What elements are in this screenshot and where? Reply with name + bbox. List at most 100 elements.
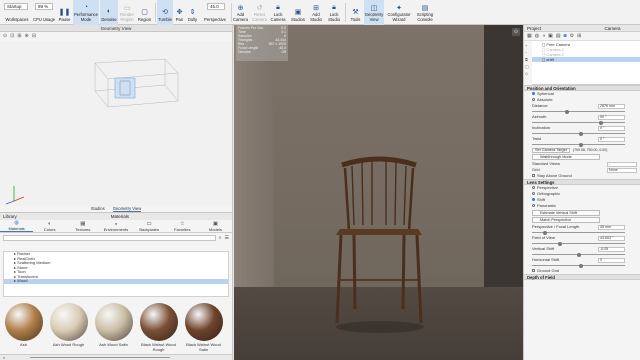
more-icon[interactable]: ⊞ — [577, 33, 581, 39]
pause-button[interactable]: ❚❚ Pause — [57, 0, 72, 25]
tools-button[interactable]: ⚒ Tools — [348, 0, 363, 25]
geometry-view-button[interactable]: ◫ Geometry View — [364, 0, 384, 25]
walkthrough-mode-button[interactable]: Walkthrough Mode — [532, 154, 600, 160]
camera-list-item[interactable]: ◻ shift — [532, 57, 640, 62]
spherical-radio[interactable] — [532, 92, 535, 96]
material-swatch[interactable]: Black Walnut Wood Satin — [183, 303, 224, 357]
materials-icon[interactable]: ◍ — [535, 33, 539, 39]
focal-length-input[interactable]: 45 mm — [598, 224, 625, 230]
focal-length-label: Perspective / Focal Length — [532, 224, 580, 229]
add-camera-button[interactable]: ⊕ Add Camera — [233, 0, 248, 25]
perspective-radio[interactable] — [532, 186, 535, 190]
list-view-icon[interactable]: ☰ — [225, 235, 229, 241]
fov-field[interactable]: 43.603 ° — [598, 235, 625, 241]
vertical-shift-input[interactable]: -0.05 — [598, 246, 625, 252]
display-icon[interactable]: ⊟ — [32, 33, 36, 39]
geometry-viewport[interactable] — [0, 41, 232, 206]
render-region-button[interactable]: ▭ Render Region — [119, 0, 135, 25]
material-swatch[interactable]: Ash Wood Rough — [48, 303, 89, 357]
dolly-button[interactable]: ⇕ Dolly — [186, 0, 199, 25]
stay-above-ground-label: Stay Above Ground — [537, 173, 572, 178]
standard-views-dropdown[interactable]: - — [607, 161, 637, 167]
frame-all-icon[interactable]: ⊡ — [10, 33, 14, 39]
studios-button[interactable]: ▣ Studios — [289, 0, 307, 25]
library-tab-environments[interactable]: ◒ Environments — [99, 220, 132, 232]
add-studio-button[interactable]: ⊞ Add Studio — [308, 0, 324, 25]
library-tab-materials[interactable]: ◍ Materials — [0, 220, 34, 232]
pan-label: Pan — [175, 17, 184, 22]
reset-camera-button[interactable]: ↺ Reset Camera — [251, 0, 268, 25]
horizontal-shift-input[interactable]: 0 — [598, 257, 625, 263]
duplicate-icon[interactable]: ⧉ — [525, 57, 531, 62]
twist-input[interactable]: 0 ° — [598, 136, 625, 142]
azimuth-input[interactable]: 90 ° — [598, 114, 625, 120]
camera-list-tools: + − ⧉ ▢ ◇ — [524, 41, 532, 85]
scripting-console-button[interactable]: ▤ Scripting Console — [414, 0, 436, 25]
toolbar-separator — [231, 3, 232, 22]
render-icon[interactable]: ▣ — [548, 33, 553, 39]
render-viewport[interactable]: Frames Per Sec 0.0 Time 3.1 Samples 6 Triangle… — [234, 25, 523, 360]
library-tree[interactable]: ▸ Rubber ▸ RealCloth ▸ Scattering Medium ▸ … — [3, 251, 229, 297]
denoise-button[interactable]: ◐ Denoise — [100, 0, 118, 25]
scene-icon[interactable]: ▦ — [527, 33, 532, 39]
stay-above-ground-row[interactable]: Stay Above Ground — [524, 173, 640, 179]
library-tab-models[interactable]: ▣ Models — [199, 220, 232, 232]
inclination-input[interactable]: 0 ° — [598, 125, 625, 131]
material-swatch-label: Black Walnut Wood Rough — [141, 342, 176, 352]
material-swatch[interactable]: Ash Wood Satin — [93, 303, 134, 357]
stay-above-ground-checkbox[interactable] — [532, 174, 535, 178]
lock-studio-button[interactable]: 🔒︎ Lock Studio — [326, 0, 342, 25]
viewport-menu-icon[interactable]: ⊙ — [512, 28, 520, 36]
material-swatch[interactable]: Ash — [3, 303, 44, 357]
shift-radio[interactable] — [532, 198, 535, 202]
remove-icon[interactable]: − — [525, 50, 531, 55]
thumbnail-size-slider[interactable] — [30, 357, 170, 358]
search-footer-icon[interactable]: ⌕ — [3, 355, 5, 360]
add-icon[interactable]: + — [525, 43, 531, 48]
distance-input[interactable]: 2876 mm — [598, 103, 625, 109]
region-button[interactable]: ▢ Region — [136, 0, 153, 25]
material-swatch[interactable]: Black Walnut Wood Rough — [138, 303, 179, 357]
library-tab-favorites[interactable]: ☆ Favorites — [166, 220, 199, 232]
search-icon[interactable]: ⌕ — [219, 235, 222, 241]
library-tree-item[interactable]: ▸ Wood — [4, 278, 228, 284]
lock-studio-label: Lock Studio — [328, 12, 340, 22]
panoramic-option[interactable]: Panoramic — [524, 203, 640, 209]
performance-mode-button[interactable]: ◔ Performance Mode — [73, 0, 99, 25]
library-tab-textures[interactable]: ▦ Textures — [66, 220, 99, 232]
library-tab-colors[interactable]: ◐ Colors — [33, 220, 66, 232]
absolute-radio[interactable] — [532, 98, 535, 102]
pick-icon[interactable]: ⊕ — [25, 33, 29, 39]
ground-grid-checkbox[interactable] — [532, 269, 535, 273]
layout-icon[interactable]: ⊞ — [17, 33, 21, 39]
match-perspective-button[interactable]: Match Perspective — [532, 217, 600, 223]
studio-icon: ▣ — [294, 8, 302, 16]
reset-view-icon[interactable]: ⊙ — [3, 33, 7, 39]
environment-icon[interactable]: ◑ — [542, 33, 545, 39]
set-camera-target-button[interactable]: Set Camera Target — [532, 148, 570, 153]
tumble-button[interactable]: ⟲ Tumble — [157, 0, 173, 25]
panoramic-radio[interactable] — [532, 204, 535, 208]
ground-grid-row[interactable]: Ground Grid — [524, 268, 640, 274]
workspaces-text: Workspaces — [5, 17, 29, 22]
image-icon[interactable]: ▤ — [556, 33, 561, 39]
tag-icon[interactable]: ◇ — [525, 71, 531, 76]
library-search-input[interactable] — [3, 234, 216, 241]
distance-label: Distance — [532, 103, 548, 108]
pan-button[interactable]: ✥ Pan — [174, 0, 185, 25]
lock-camera-label: Lock Camera — [270, 12, 286, 22]
depth-of-field-header[interactable]: Depth of Field — [524, 274, 640, 280]
camera-list[interactable]: ◻ Free Camera ◻ Camera 1 ◻ Camera 2 ◻ shift — [532, 41, 640, 85]
estimate-vertical-shift-button[interactable]: Estimate Vertical Shift — [532, 210, 600, 216]
library-tab-backplates[interactable]: ▭ Backplates — [133, 220, 166, 232]
render-region-label: Render Region — [120, 12, 134, 22]
grid-dropdown[interactable]: None — [607, 167, 637, 173]
lock-camera-button[interactable]: 🔒︎ Lock Camera — [270, 0, 286, 25]
camera-icon[interactable]: ◙ — [564, 33, 567, 39]
settings-icon[interactable]: ⚙ — [570, 33, 574, 39]
configurator-wizard-button[interactable]: ✦ Configurator Wizard — [386, 0, 412, 25]
library-title: Library — [3, 214, 17, 219]
orthographic-radio[interactable] — [532, 192, 535, 196]
lock-icon[interactable]: ▢ — [525, 64, 531, 69]
spherical-label: Spherical — [537, 91, 554, 96]
